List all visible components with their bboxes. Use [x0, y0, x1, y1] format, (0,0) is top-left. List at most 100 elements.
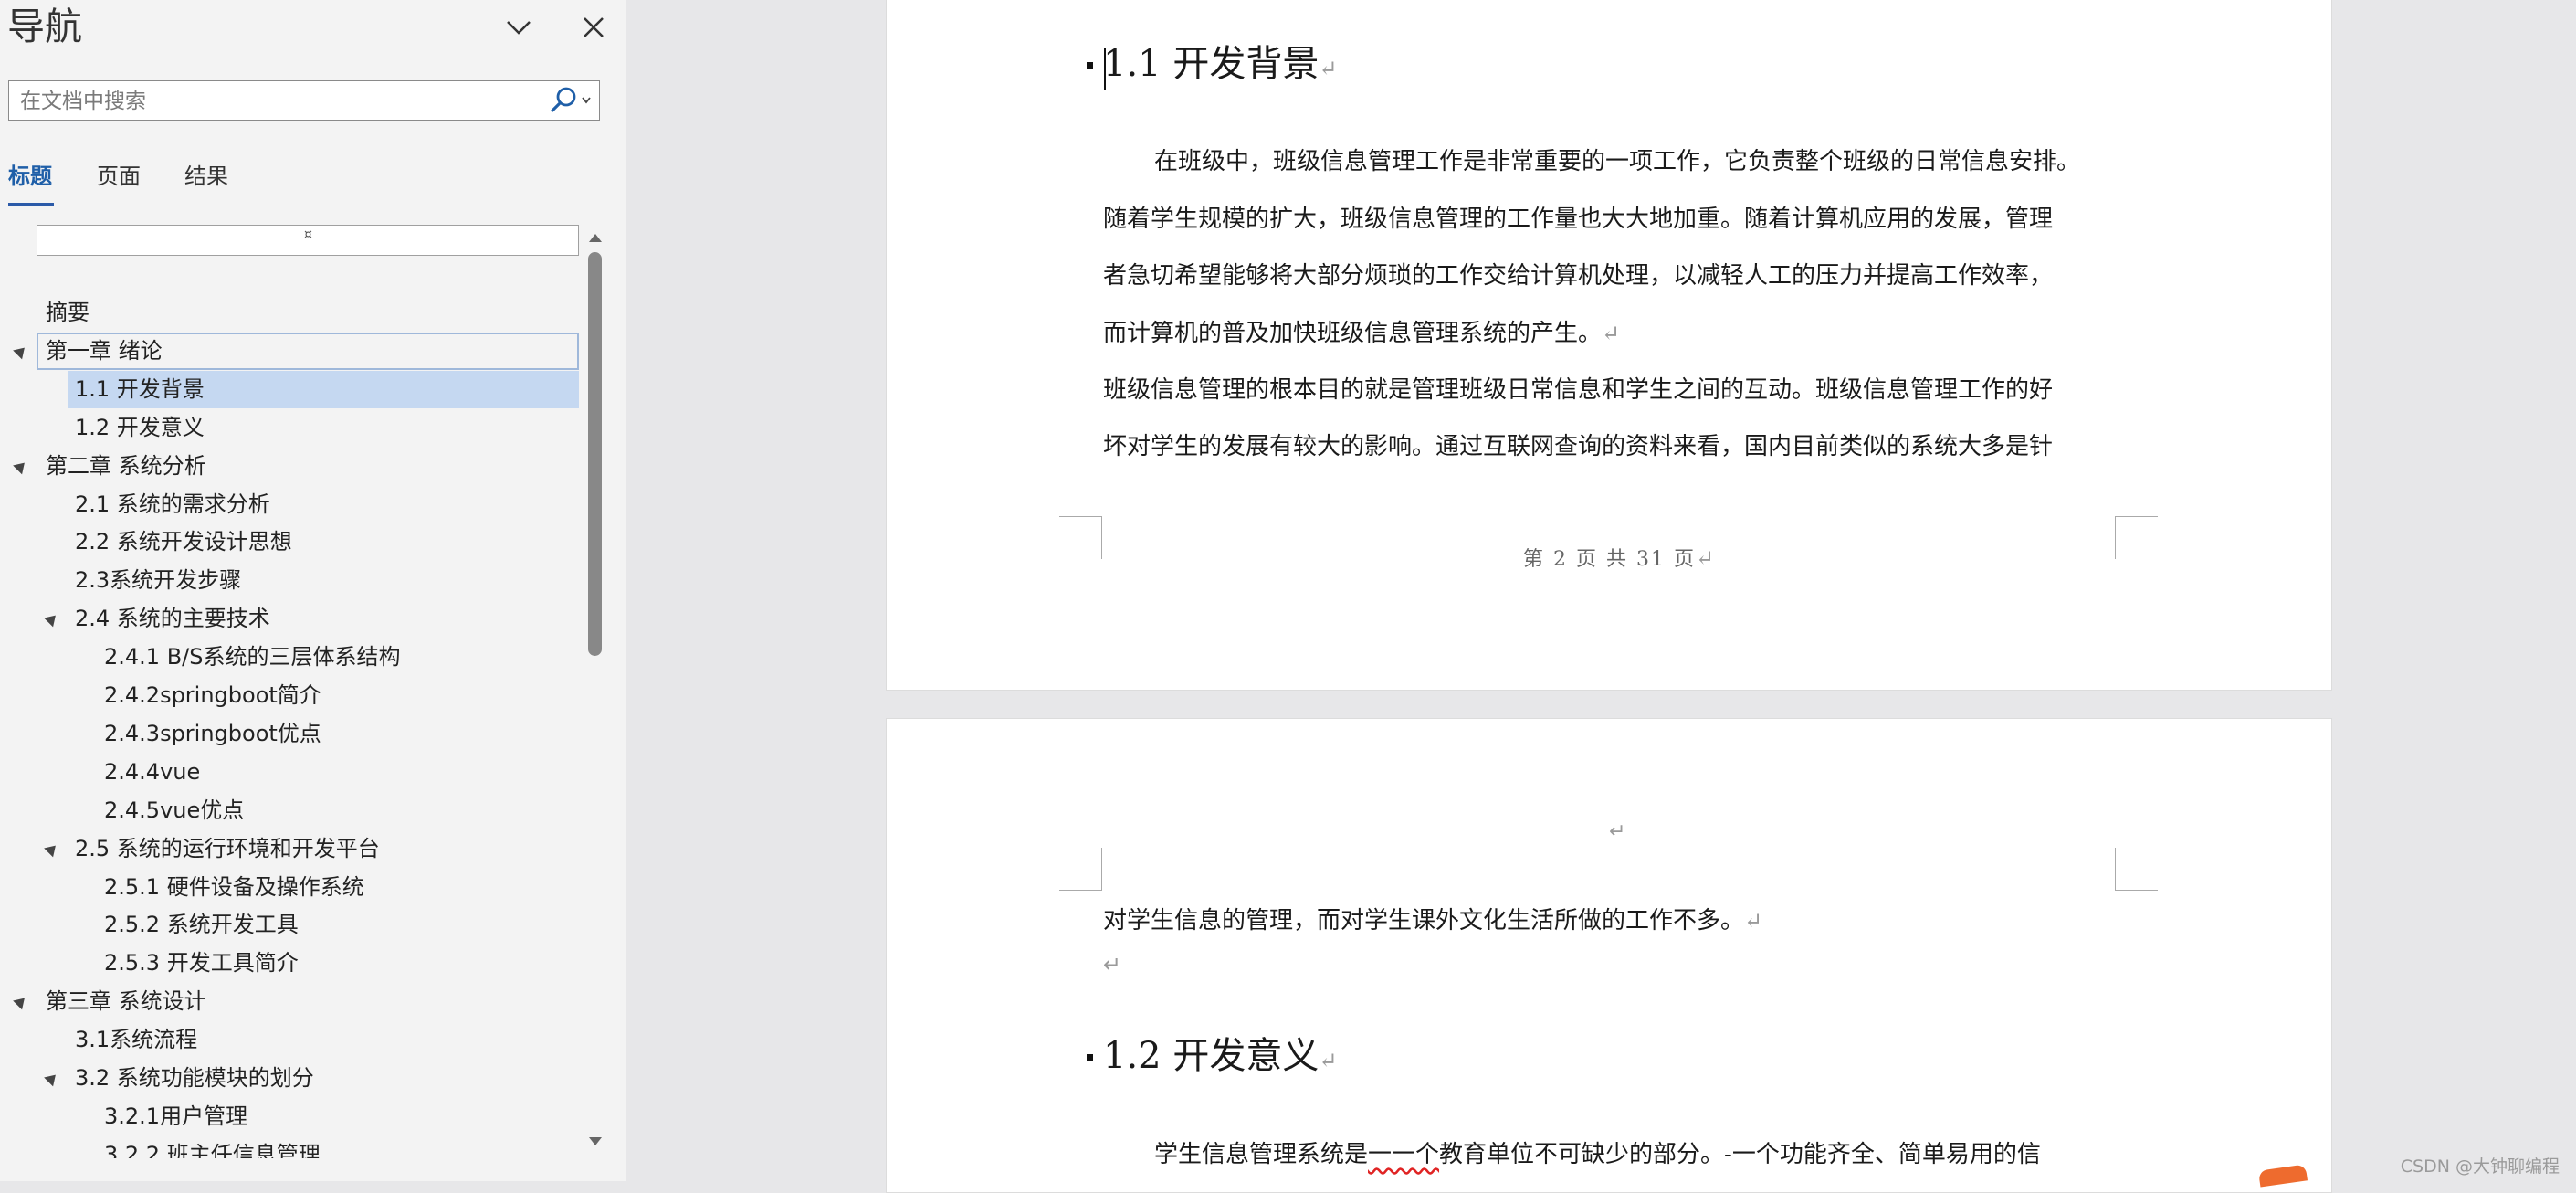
nav-heading-label: 2.4.5vue优点 — [104, 797, 245, 823]
nav-heading-label: 3.1系统流程 — [75, 1027, 198, 1052]
nav-heading-item[interactable]: 2.4.2springboot简介 — [0, 677, 581, 714]
paragraph-mark: ↵ — [1609, 820, 1626, 843]
body-text: 而计算机的普及加快班级信息管理系统的产生。 — [1103, 320, 1603, 347]
body-text: 对学生信息的管理，而对学生课外文化生活所做的工作不多。 — [1103, 907, 1745, 934]
crop-mark — [1059, 848, 1102, 891]
body-text: 坏对学生的发展有较大的影响。通过互联网查询的资料来看，国内目前类似的系统大多是针 — [1103, 433, 2054, 460]
search-icon — [551, 87, 591, 112]
nav-heading-item[interactable]: 2.5 系统的运行环境和开发平台 — [0, 830, 581, 868]
collapse-triangle-icon[interactable] — [44, 840, 60, 858]
tab-results[interactable]: 结果 — [184, 161, 228, 192]
body-line[interactable]: 在班级中，班级信息管理工作是非常重要的一项工作，它负责整个班级的日常信息安排。 — [1154, 145, 2080, 178]
scrollbar-thumb[interactable] — [588, 252, 602, 656]
paragraph-mark: ↵ — [1695, 545, 1717, 571]
heading-text: 1.2 开发意义 — [1103, 1035, 1320, 1077]
body-line[interactable]: 学生信息管理系统是一一个教育单位不可缺少的部分。-一个功能齐全、简单易用的信 — [1154, 1138, 2041, 1171]
chevron-down-icon[interactable] — [500, 9, 537, 46]
nav-heading-item[interactable]: 1.2 开发意义 — [0, 409, 581, 447]
nav-heading-label: 2.2 系统开发设计思想 — [75, 529, 292, 554]
scroll-down-arrow-icon[interactable] — [584, 1131, 606, 1153]
collapse-triangle-icon[interactable] — [44, 1070, 60, 1087]
paragraph-mark: ↵ — [1319, 56, 1338, 81]
page-footer: 第 2 页 共 31 页↵ — [1523, 543, 1716, 572]
nav-heading-item[interactable]: 2.1 系统的需求分析 — [0, 486, 581, 523]
nav-heading-label: 2.4 系统的主要技术 — [75, 606, 270, 631]
nav-heading-item[interactable]: 2.4.3springboot优点 — [0, 715, 581, 753]
search-box — [8, 80, 600, 121]
nav-heading-label: 2.5.2 系统开发工具 — [104, 912, 299, 937]
heading-bullet-icon — [1087, 1054, 1093, 1061]
paragraph-mark: ↵ — [1744, 908, 1763, 934]
nav-heading-item[interactable]: 2.5.2 系统开发工具 — [0, 906, 581, 944]
crop-mark — [2115, 848, 2158, 891]
nav-heading-label: 3.2.2 班主任信息管理 — [104, 1142, 321, 1158]
nav-heading-item[interactable]: 2.4.5vue优点 — [0, 792, 581, 829]
collapse-triangle-icon[interactable] — [13, 458, 29, 475]
body-line[interactable]: 而计算机的普及加快班级信息管理系统的产生。↵ — [1103, 317, 1620, 350]
body-text: 随着学生规模的扩大，班级信息管理的工作量也大大地加重。随着计算机应用的发展，管理 — [1103, 206, 2054, 233]
footer-text: 第 2 页 共 31 页 — [1523, 548, 1696, 571]
body-text: 班级信息管理的根本目的就是管理班级日常信息和学生之间的互动。班级信息管理工作的好 — [1103, 376, 2054, 404]
nav-heading-item[interactable]: 第二章 系统分析 — [13, 448, 579, 485]
body-text: 教育单位不可缺少的部分。-一个功能齐全、简单易用的信 — [1439, 1141, 2041, 1168]
nav-heading-item[interactable]: 2.5.3 开发工具简介 — [0, 945, 581, 982]
body-line[interactable]: 对学生信息的管理，而对学生课外文化生活所做的工作不多。↵ — [1103, 904, 1762, 937]
search-input[interactable] — [18, 81, 542, 121]
heading-tree-top-item[interactable]: ¤ — [37, 225, 579, 256]
nav-heading-item[interactable]: 摘要 — [37, 294, 579, 332]
tab-headings[interactable]: 标题 — [8, 161, 52, 192]
nav-heading-item[interactable]: 2.4.4vue — [0, 754, 581, 791]
paragraph-mark: ↵ — [1103, 952, 1122, 977]
collapse-triangle-icon[interactable] — [13, 993, 29, 1010]
watermark: CSDN @大钟聊编程 — [2400, 1156, 2560, 1177]
nav-heading-item[interactable]: 3.2.2 班主任信息管理 — [0, 1136, 581, 1158]
nav-heading-item[interactable]: 2.2 系统开发设计思想 — [0, 523, 581, 561]
nav-heading-item[interactable]: 2.4.1 B/S系统的三层体系结构 — [0, 639, 581, 676]
heading-1-2[interactable]: 1.2 开发意义↵ — [1103, 1030, 1337, 1086]
crop-mark — [1059, 516, 1102, 559]
body-line[interactable]: 坏对学生的发展有较大的影响。通过互联网查询的资料来看，国内目前类似的系统大多是针 — [1103, 430, 2053, 463]
nav-heading-label: 2.4.4vue — [104, 759, 201, 785]
nav-heading-label: 第二章 系统分析 — [46, 453, 206, 479]
body-text: 在班级中，班级信息管理工作是非常重要的一项工作，它负责整个班级的日常信息安排。 — [1154, 148, 2081, 175]
close-icon[interactable] — [575, 9, 612, 46]
heading-1-1[interactable]: 1.1 开发背景↵ — [1103, 38, 1337, 94]
collapse-triangle-icon[interactable] — [44, 610, 60, 628]
nav-heading-label: 2.3系统开发步骤 — [75, 567, 242, 593]
nav-heading-label: 3.2.1用户管理 — [104, 1103, 248, 1129]
body-text: 者急切希望能够将大部分烦琐的工作交给计算机处理，以减轻人工的压力并提高工作效率， — [1103, 262, 2054, 290]
heading-bullet-icon — [1087, 62, 1093, 69]
search-options-button[interactable] — [546, 83, 597, 118]
nav-heading-item[interactable]: 1.1 开发背景 — [0, 371, 581, 408]
nav-heading-label: 1.2 开发意义 — [75, 415, 205, 440]
nav-heading-label: 2.4.1 B/S系统的三层体系结构 — [104, 644, 401, 670]
nav-heading-label: 2.5.1 硬件设备及操作系统 — [104, 874, 364, 900]
body-line[interactable]: 随着学生规模的扩大，班级信息管理的工作量也大大地加重。随着计算机应用的发展，管理 — [1103, 203, 2053, 236]
nav-heading-item[interactable]: 3.1系统流程 — [0, 1021, 581, 1059]
nav-heading-item[interactable]: 3.2.1用户管理 — [0, 1098, 581, 1135]
spelling-error-text[interactable]: 一一个 — [1368, 1141, 1439, 1168]
nav-title: 导航 — [7, 5, 82, 48]
nav-heading-item[interactable]: 2.3系统开发步骤 — [0, 562, 581, 599]
body-text: 学生信息管理系统是 — [1154, 1141, 1369, 1168]
nav-heading-label: 2.5.3 开发工具简介 — [104, 950, 299, 976]
nav-heading-label: 2.4.3springboot优点 — [104, 721, 321, 746]
nav-heading-item[interactable]: 第一章 绪论 — [13, 333, 579, 370]
nav-heading-label: 摘要 — [46, 300, 89, 325]
nav-heading-label: 1.1 开发背景 — [75, 376, 205, 402]
tab-pages[interactable]: 页面 — [97, 161, 141, 192]
nav-heading-item[interactable]: 2.5.1 硬件设备及操作系统 — [0, 869, 581, 906]
nav-heading-label: 3.2 系统功能模块的划分 — [75, 1065, 314, 1091]
navigation-pane: 导航 标题 页面 结果 ¤ 摘要第一章 绪论 1.1 开发背景 1.2 开发意义第二… — [0, 0, 626, 1181]
nav-heading-item[interactable]: 2.4 系统的主要技术 — [0, 600, 581, 638]
body-line[interactable]: 班级信息管理的根本目的就是管理班级日常信息和学生之间的互动。班级信息管理工作的好 — [1103, 374, 2053, 406]
scroll-up-arrow-icon[interactable] — [584, 227, 606, 248]
nav-heading-label: 2.4.2springboot简介 — [104, 682, 321, 708]
body-line[interactable]: 者急切希望能够将大部分烦琐的工作交给计算机处理，以减轻人工的压力并提高工作效率， — [1103, 259, 2053, 292]
nav-heading-label: 2.1 系统的需求分析 — [75, 491, 270, 517]
nav-heading-label: 第三章 系统设计 — [46, 988, 206, 1014]
collapse-triangle-icon[interactable] — [13, 343, 29, 360]
nav-heading-item[interactable]: 3.2 系统功能模块的划分 — [0, 1060, 581, 1097]
paragraph-mark: ↵ — [1602, 321, 1621, 346]
nav-heading-item[interactable]: 第三章 系统设计 — [13, 983, 579, 1020]
